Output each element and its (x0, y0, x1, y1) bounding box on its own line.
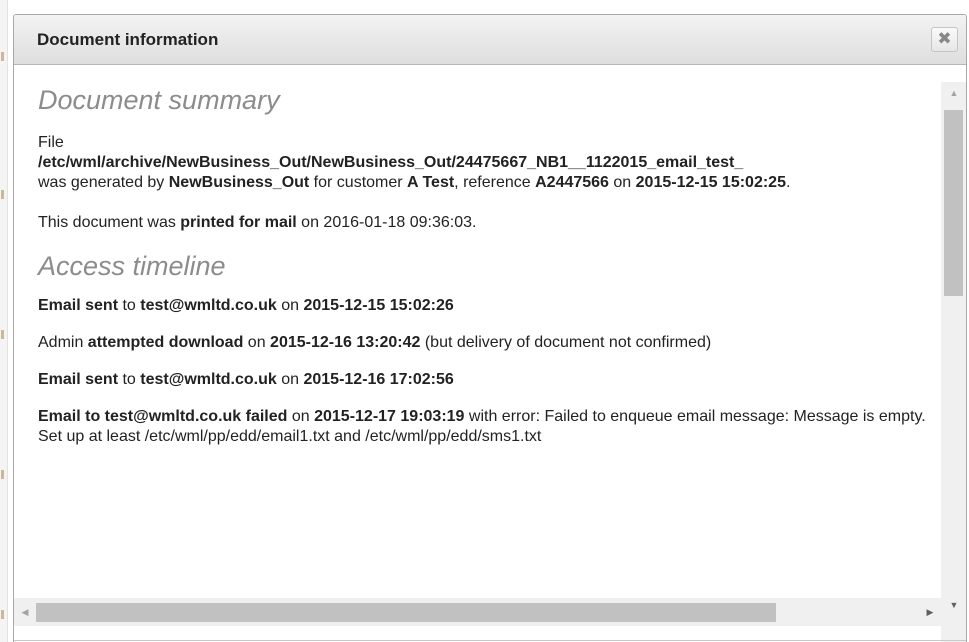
scrollbar-corner (941, 616, 966, 642)
background-mark (1, 470, 4, 479)
entry-actor: Admin (38, 334, 88, 351)
reference-prefix: , reference (454, 174, 536, 191)
vertical-scroll-thumb[interactable] (944, 110, 963, 296)
close-icon[interactable]: ✖ (931, 27, 958, 52)
horizontal-scroll-thumb[interactable] (36, 603, 776, 622)
reference-id: A2447566 (535, 174, 609, 191)
scroll-up-icon[interactable]: ▲ (941, 82, 966, 104)
generated-on-prefix: on (608, 174, 636, 191)
access-timeline-heading: Access timeline (38, 251, 226, 281)
generation-info: was generated by NewBusiness_Out for cus… (38, 173, 941, 193)
entry-timestamp: 2015-12-16 17:02:56 (303, 371, 454, 388)
dialog-footer-divider (14, 640, 966, 641)
timeline-entry: Email sent to test@wmltd.co.uk on 2015-1… (38, 370, 941, 390)
generated-timestamp: 2015-12-15 15:02:25 (635, 174, 786, 191)
background-mark (1, 52, 4, 61)
document-summary-heading: Document summary (38, 85, 280, 115)
entry-timestamp: 2015-12-17 19:03:19 (314, 408, 465, 425)
entry-action: Email sent (38, 371, 119, 388)
entry-action: Email sent (38, 297, 119, 314)
background-mark (1, 610, 4, 619)
scroll-left-icon[interactable]: ◀ (14, 598, 36, 626)
dialog-title: Document information (37, 30, 219, 49)
timeline-entry: Email sent to test@wmltd.co.uk on 2015-1… (38, 296, 941, 316)
printed-timestamp: on 2016-01-18 09:36:03. (296, 214, 477, 231)
entry-timestamp: 2015-12-15 15:02:26 (303, 297, 454, 314)
dialog-content[interactable]: Document summary File /etc/wml/archive/N… (14, 65, 941, 598)
entry-note: (but delivery of document not confirmed) (420, 334, 712, 351)
customer-prefix: for customer (309, 174, 408, 191)
entry-on: on (276, 371, 304, 388)
entry-recipient: test@wmltd.co.uk (140, 371, 277, 388)
entry-action: Email to test@wmltd.co.uk failed (38, 408, 288, 425)
scroll-down-icon[interactable]: ▼ (941, 594, 966, 616)
entry-recipient: test@wmltd.co.uk (140, 297, 277, 314)
file-path-text: /etc/wml/archive/NewBusiness_Out/NewBusi… (38, 154, 744, 171)
entry-to: to (118, 371, 141, 388)
document-info-dialog: Document information ✖ Document summary … (13, 14, 967, 642)
dialog-titlebar[interactable]: Document information ✖ (14, 15, 966, 65)
printed-action: printed for mail (180, 214, 297, 231)
generation-prefix: was generated by (38, 174, 169, 191)
printed-info: This document was printed for mail on 20… (38, 213, 941, 233)
timeline-entry: Email to test@wmltd.co.uk failed on 2015… (38, 407, 941, 447)
entry-on: on (276, 297, 304, 314)
entry-action: attempted download (87, 334, 244, 351)
entry-on: on (243, 334, 271, 351)
background-mark (1, 190, 4, 199)
entry-to: to (118, 297, 141, 314)
file-path: /etc/wml/archive/NewBusiness_Out/NewBusi… (38, 153, 941, 173)
vertical-scrollbar[interactable]: ▲ ▼ (941, 82, 966, 616)
timeline-entry: Admin attempted download on 2015-12-16 1… (38, 333, 941, 353)
horizontal-scrollbar[interactable]: ◀ ▶ (14, 598, 941, 626)
background-page-edge (0, 0, 8, 642)
printed-prefix: This document was (38, 214, 181, 231)
generation-end: . (785, 174, 791, 191)
file-label: File (38, 134, 64, 151)
entry-timestamp: 2015-12-16 13:20:42 (270, 334, 421, 351)
scroll-right-icon[interactable]: ▶ (919, 598, 941, 626)
background-mark (1, 330, 4, 339)
generator-name: NewBusiness_Out (168, 174, 310, 191)
customer-name: A Test (407, 174, 455, 191)
entry-on: on (287, 408, 315, 425)
